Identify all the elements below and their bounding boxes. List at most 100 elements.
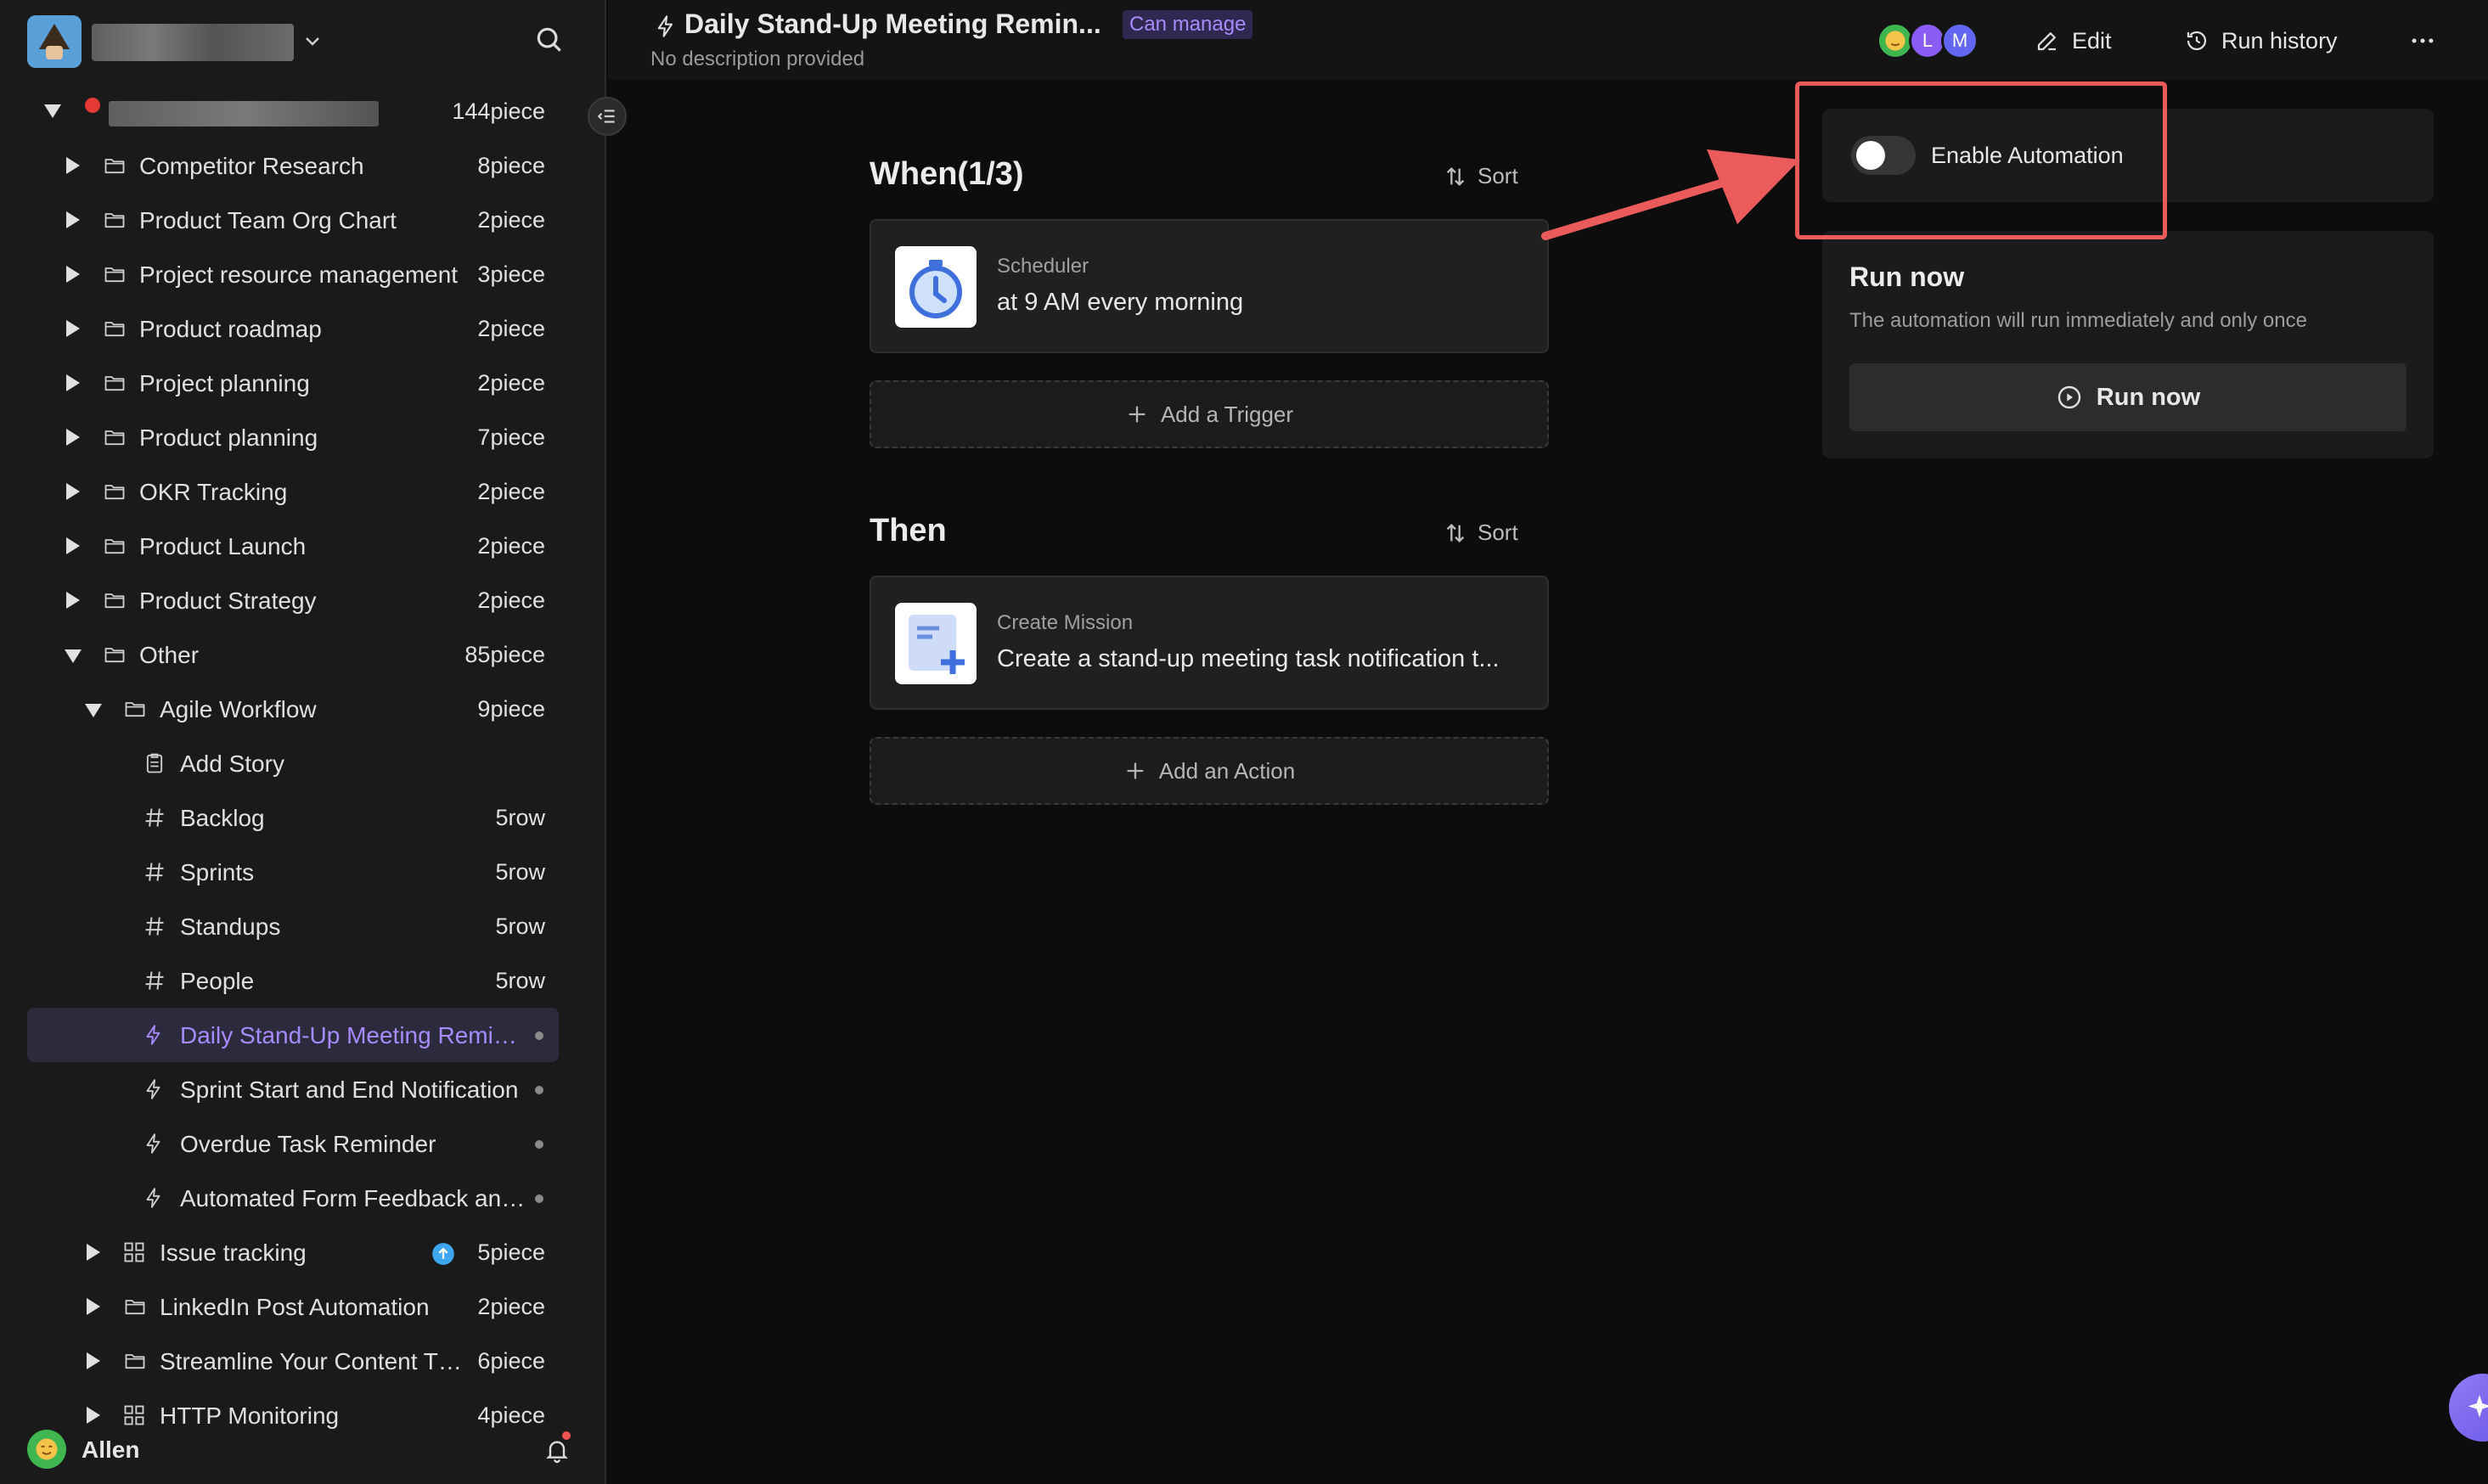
tree-item[interactable]: Issue tracking 5piece <box>0 1225 605 1279</box>
tree-item-label: Add Story <box>180 750 284 777</box>
tree-root[interactable]: 144piece <box>0 84 605 138</box>
when-title: When(1/3) <box>870 156 1024 192</box>
folder-icon <box>102 371 127 395</box>
run-now-label: Run now <box>2096 383 2201 411</box>
add-trigger-button[interactable]: Add a Trigger <box>870 380 1549 448</box>
tree-item[interactable]: OKR Tracking 2piece <box>0 464 605 519</box>
bell-icon[interactable] <box>543 1436 571 1464</box>
tree-item-label: Competitor Research <box>139 153 364 179</box>
tree-item[interactable]: Competitor Research 8piece <box>0 138 605 193</box>
folder-icon <box>102 480 127 503</box>
history-icon <box>2187 31 2207 51</box>
tree-count: 2piece <box>477 1294 545 1319</box>
caret-right-icon[interactable] <box>66 320 80 337</box>
action-card[interactable]: Create Mission Create a stand-up meeting… <box>870 576 1549 710</box>
tree-item-label: Project planning <box>139 370 310 396</box>
run-now-button[interactable]: Run now <box>1849 363 2406 431</box>
action-description: Create a stand-up meeting task notificat… <box>997 645 1500 672</box>
tree-item[interactable]: Add Story <box>0 736 605 790</box>
more-button[interactable] <box>2408 22 2449 59</box>
bolt-icon <box>143 1132 165 1155</box>
workspace-avatar[interactable] <box>27 15 82 68</box>
tree-item[interactable]: Product planning 7piece <box>0 410 605 464</box>
tree-item[interactable]: Sprint Start and End Notification <box>0 1062 605 1116</box>
caret-right-icon[interactable] <box>66 266 80 283</box>
caret-right-icon[interactable] <box>87 1407 100 1424</box>
collapse-sidebar-button[interactable] <box>588 97 627 136</box>
tree-count: 6piece <box>477 1348 545 1374</box>
scheduler-icon <box>895 246 977 328</box>
bolt-icon <box>143 1023 165 1047</box>
tree-item-label: Automated Form Feedback an… <box>180 1185 526 1211</box>
search-icon[interactable] <box>533 24 566 56</box>
run-now-description: The automation will run immediately and … <box>1849 309 2307 332</box>
folder-icon <box>102 208 127 232</box>
tree-item[interactable]: Agile Workflow 9piece <box>0 682 605 736</box>
tree-item[interactable]: Product Strategy 2piece <box>0 573 605 627</box>
edit-button[interactable]: Edit <box>2035 22 2112 59</box>
play-circle-icon <box>2057 385 2080 409</box>
tree-item[interactable]: Streamline Your Content T… 6piece <box>0 1334 605 1388</box>
ai-assistant-button[interactable] <box>2449 1374 2488 1442</box>
tree-item[interactable]: Daily Stand-Up Meeting Remi… <box>0 1008 605 1062</box>
tree-item[interactable]: Other 85piece <box>0 627 605 682</box>
run-history-button[interactable]: Run history <box>2184 22 2338 59</box>
tree-item[interactable]: Sprints 5row <box>0 845 605 899</box>
pencil-icon <box>2037 32 2056 51</box>
avatar[interactable] <box>27 1430 66 1469</box>
page-description[interactable]: No description provided <box>650 48 864 71</box>
tree-item-label: Agile Workflow <box>160 696 317 722</box>
tree-item[interactable]: Overdue Task Reminder <box>0 1116 605 1171</box>
caret-right-icon[interactable] <box>66 157 80 174</box>
notification-dot <box>562 1431 571 1440</box>
caret-right-icon[interactable] <box>66 374 80 391</box>
caret-down-icon[interactable] <box>85 704 102 717</box>
page-title[interactable]: Daily Stand-Up Meeting Remin... <box>684 8 1101 40</box>
tree-item-label: Other <box>139 642 200 668</box>
tree-item[interactable]: Backlog 5row <box>0 790 605 845</box>
trigger-card[interactable]: Scheduler at 9 AM every morning <box>870 219 1549 353</box>
upload-badge-icon <box>431 1242 455 1266</box>
tree-item[interactable]: Product roadmap 2piece <box>0 301 605 356</box>
caret-down-icon[interactable] <box>44 104 61 118</box>
user-name[interactable]: Allen <box>82 1436 139 1464</box>
tree-count: 5row <box>495 913 545 939</box>
collaborator-avatars[interactable]: L M <box>1877 22 1979 59</box>
add-action-button[interactable]: Add an Action <box>870 737 1549 805</box>
tree-item[interactable]: Standups 5row <box>0 899 605 953</box>
tree-item-label: LinkedIn Post Automation <box>160 1294 430 1320</box>
tree-item[interactable]: Project planning 2piece <box>0 356 605 410</box>
root-name-redacted <box>109 101 379 126</box>
caret-right-icon[interactable] <box>87 1298 100 1315</box>
tree-item[interactable]: People 5row <box>0 953 605 1008</box>
run-history-label: Run history <box>2221 27 2338 53</box>
sparkle-icon <box>2468 1395 2488 1418</box>
then-sort-button[interactable]: Sort <box>1444 520 1518 546</box>
caret-down-icon[interactable] <box>65 649 82 663</box>
caret-right-icon[interactable] <box>66 537 80 554</box>
chevron-down-icon[interactable] <box>302 31 323 51</box>
when-sort-button[interactable]: Sort <box>1444 163 1518 189</box>
tree-count: 8piece <box>477 153 545 178</box>
caret-right-icon[interactable] <box>87 1352 100 1369</box>
caret-right-icon[interactable] <box>66 211 80 228</box>
caret-right-icon[interactable] <box>66 483 80 500</box>
tree-item[interactable]: LinkedIn Post Automation 2piece <box>0 1279 605 1334</box>
avatar-initial: M <box>1951 30 1968 51</box>
tree-item-label: Product Strategy <box>139 587 317 614</box>
permission-badge: Can manage <box>1123 10 1253 39</box>
tree-item[interactable]: Automated Form Feedback an… <box>0 1171 605 1225</box>
status-dot <box>535 1195 543 1203</box>
tree-item-label: Sprint Start and End Notification <box>180 1076 519 1103</box>
tree-count: 2piece <box>477 587 545 613</box>
caret-right-icon[interactable] <box>66 592 80 609</box>
caret-right-icon[interactable] <box>66 429 80 446</box>
action-type: Create Mission <box>997 611 1134 634</box>
workspace-name-redacted[interactable] <box>92 24 294 61</box>
grid-icon <box>122 1240 146 1264</box>
tree-count: 4piece <box>477 1402 545 1428</box>
tree-item[interactable]: Project resource management 3piece <box>0 247 605 301</box>
caret-right-icon[interactable] <box>87 1244 100 1261</box>
tree-item[interactable]: Product Team Org Chart 2piece <box>0 193 605 247</box>
tree-item[interactable]: Product Launch 2piece <box>0 519 605 573</box>
